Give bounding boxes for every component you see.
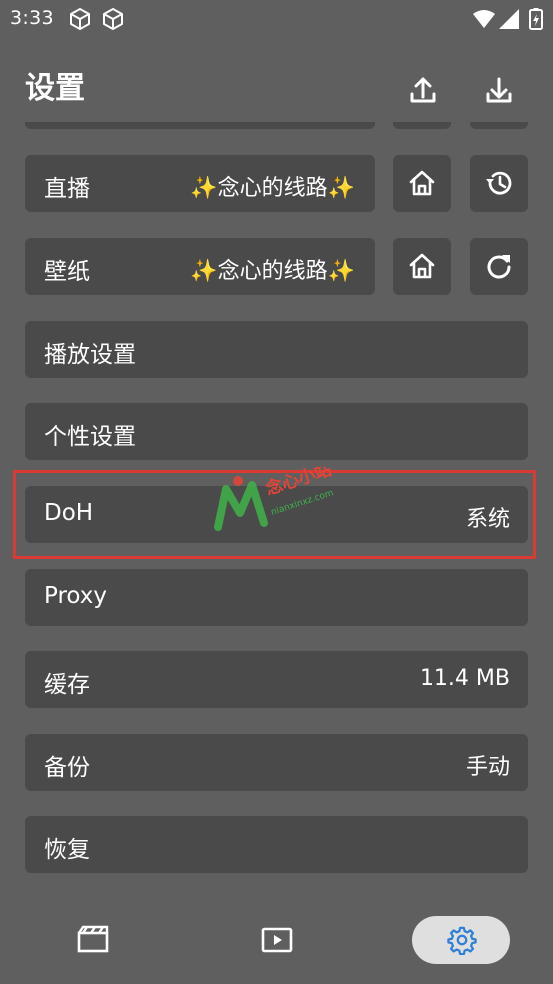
row-label: 个性设置 [44,424,136,450]
row-label: 备份 [44,755,90,781]
watermark-logo: 念心小站 nianxinxz.com [214,467,335,531]
upload-icon [410,77,436,103]
home-icon [409,170,435,196]
page-title: 设置 [25,71,85,106]
settings-row-restore[interactable]: 恢复 [25,816,528,873]
row-value: 11.4 MB [419,666,510,691]
home-icon [409,253,435,279]
gear-icon [447,926,477,955]
settings-row-playback[interactable]: 播放设置 [25,321,528,378]
refresh-icon [487,255,511,279]
row-value: 手动 [465,755,510,780]
settings-screen: 3:33 设置 直播 ✨念心的线路✨ 壁纸 ✨念心的线路✨ 播放设置 个性设置 … [0,0,553,984]
battery-charging-icon [529,8,543,30]
settings-row-partial[interactable] [25,122,375,129]
upload-button[interactable] [403,70,443,110]
row-label: 直播 [44,176,90,202]
wallpaper-refresh-button[interactable] [470,238,528,295]
settings-row-personal[interactable]: 个性设置 [25,403,528,460]
row-action-button-partial[interactable] [393,122,451,129]
row-value: ✨念心的线路✨ [190,176,355,201]
row-value: ✨念心的线路✨ [190,259,355,284]
row-action-button-partial[interactable] [470,122,528,129]
settings-row-cache[interactable]: 缓存 11.4 MB [25,651,528,708]
live-history-button[interactable] [470,155,528,212]
bottom-nav [0,890,553,984]
nav-item-settings[interactable] [412,916,510,964]
download-button[interactable] [479,70,519,110]
row-label: 恢复 [44,837,90,863]
row-label: 播放设置 [44,342,136,368]
live-home-button[interactable] [393,155,451,212]
status-bar: 3:33 [0,0,553,40]
signal-icon [499,9,519,29]
download-icon [486,77,512,103]
nav-item-vod[interactable] [43,916,141,964]
row-label: Proxy [44,583,108,609]
history-icon [486,171,512,195]
cube-icon [70,8,90,30]
status-time: 3:33 [10,7,54,29]
wifi-icon [473,10,495,28]
play-icon [261,927,293,953]
wallpaper-home-button[interactable] [393,238,451,295]
settings-row-backup[interactable]: 备份 手动 [25,734,528,791]
row-label: 壁纸 [44,259,90,285]
row-label: 缓存 [44,672,90,698]
film-icon [77,925,109,953]
settings-row-proxy[interactable]: Proxy [25,569,528,626]
settings-list[interactable]: 直播 ✨念心的线路✨ 壁纸 ✨念心的线路✨ 播放设置 个性设置 DoH 系统 念… [0,122,553,880]
settings-row-live[interactable]: 直播 ✨念心的线路✨ [25,155,375,212]
cube-icon [103,8,123,30]
settings-row-wallpaper[interactable]: 壁纸 ✨念心的线路✨ [25,238,375,295]
nav-item-live[interactable] [227,916,325,964]
